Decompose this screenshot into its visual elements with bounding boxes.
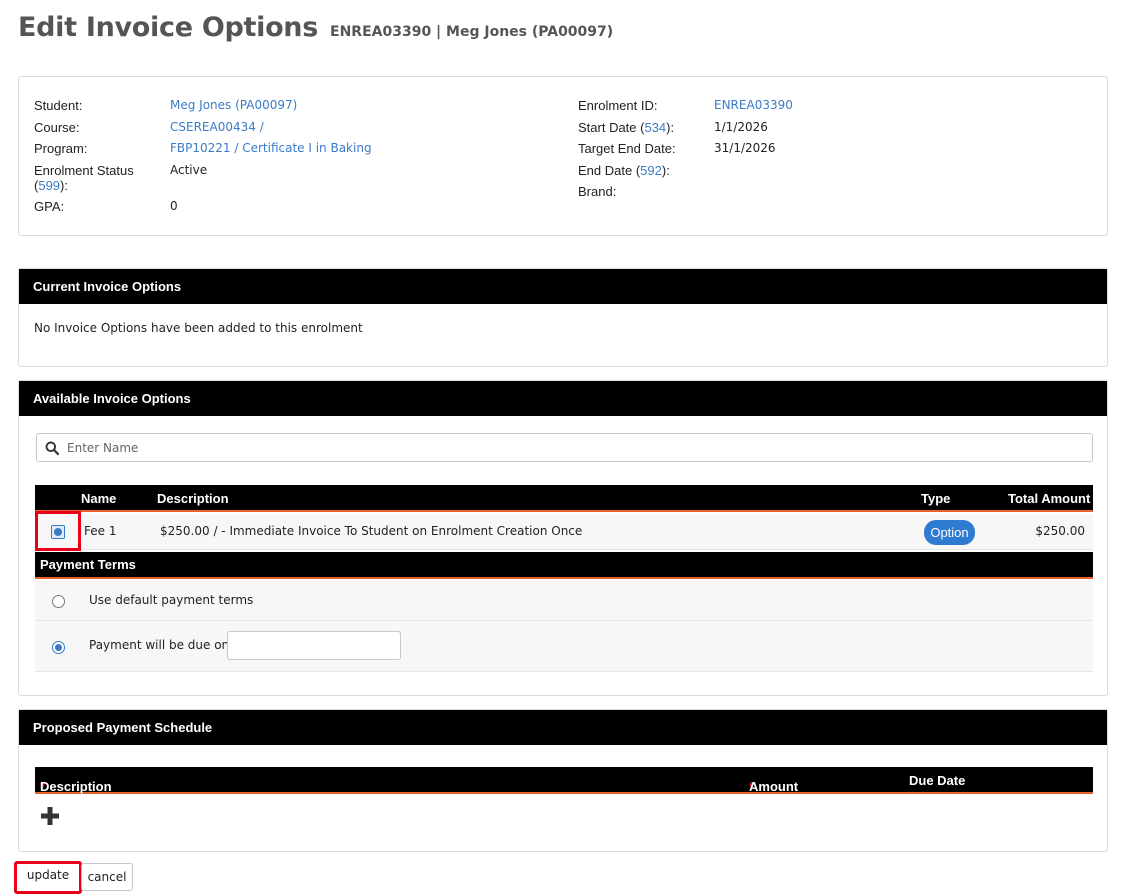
option-name: Fee 1 bbox=[84, 524, 117, 538]
brand-label: Brand: bbox=[578, 184, 617, 199]
search-box bbox=[36, 433, 1093, 462]
column-type[interactable]: Type bbox=[921, 491, 950, 506]
info-row-enrolment-status: Enrolment Status (599): Active bbox=[34, 163, 372, 199]
schedule-header-row: * Description * Amount Due Date bbox=[35, 767, 1093, 794]
info-row-course: Course: CSEREA00434 / bbox=[34, 120, 372, 142]
info-row-end-date: End Date (592): bbox=[578, 163, 793, 185]
enrolment-status-value: Active bbox=[170, 162, 208, 177]
info-row-brand: Brand: bbox=[578, 184, 793, 206]
column-due-date: Due Date bbox=[909, 773, 966, 788]
option-total-amount: $250.00 bbox=[1035, 524, 1085, 538]
gpa-label: GPA: bbox=[34, 198, 65, 214]
page-title: Edit Invoice Options bbox=[18, 12, 319, 43]
column-amount-label: Amount bbox=[749, 779, 799, 794]
target-end-date-value: 31/1/2026 bbox=[714, 141, 776, 155]
info-row-student: Student: Meg Jones (PA00097) bbox=[34, 98, 372, 120]
available-invoice-options-title: Available Invoice Options bbox=[19, 381, 1107, 416]
course-label: Course: bbox=[34, 119, 80, 135]
start-date-value: 1/1/2026 bbox=[714, 119, 768, 134]
proposed-payment-schedule-title: Proposed Payment Schedule bbox=[19, 710, 1107, 745]
info-right-column: Enrolment ID: ENREA03390 Start Date (534… bbox=[578, 98, 793, 206]
update-button[interactable]: update bbox=[14, 861, 82, 894]
due-on-label: Payment will be due on bbox=[89, 638, 230, 652]
schedule-table-header: * Description * Amount Due Date bbox=[35, 767, 1093, 794]
enrolment-info-panel: Student: Meg Jones (PA00097) Course: CSE… bbox=[18, 76, 1108, 236]
enrolment-status-count-link[interactable]: 599 bbox=[38, 178, 60, 193]
start-date-count-link[interactable]: 534 bbox=[644, 120, 666, 135]
info-row-target-end-date: Target End Date: 31/1/2026 bbox=[578, 141, 793, 163]
payment-terms-due-row[interactable]: Payment will be due on bbox=[35, 621, 1093, 672]
search-icon bbox=[37, 441, 67, 455]
no-options-message: No Invoice Options have been added to th… bbox=[34, 321, 363, 335]
course-link[interactable]: CSEREA00434 / bbox=[170, 120, 264, 142]
table-row[interactable]: Fee 1 $250.00 / - Immediate Invoice To S… bbox=[35, 511, 1093, 551]
end-date-count-link[interactable]: 592 bbox=[640, 163, 662, 178]
enrolment-id-link[interactable]: ENREA03390 bbox=[714, 98, 793, 120]
end-date-label: End Date (592): bbox=[578, 163, 714, 185]
enrolment-status-label-text: Enrolment Status bbox=[34, 162, 134, 178]
proposed-payment-schedule-panel: Proposed Payment Schedule * Description *… bbox=[18, 709, 1108, 852]
page-header: Edit Invoice Options ENREA03390 | Meg Jo… bbox=[18, 12, 613, 43]
column-description-label: Description bbox=[40, 779, 112, 794]
column-name[interactable]: Name bbox=[81, 491, 116, 506]
student-label: Student: bbox=[34, 98, 83, 113]
column-total-amount[interactable]: Total Amount bbox=[1008, 491, 1090, 506]
default-terms-radio[interactable] bbox=[52, 595, 65, 608]
search-input[interactable] bbox=[67, 440, 1070, 455]
enrolment-id-label: Enrolment ID: bbox=[578, 98, 658, 113]
due-date-input[interactable] bbox=[227, 631, 401, 660]
program-link[interactable]: FBP10221 / Certificate I in Baking bbox=[170, 141, 372, 163]
cancel-button[interactable]: cancel bbox=[81, 863, 133, 891]
end-date-label-text: End Date ( bbox=[578, 162, 641, 178]
end-date-paren-close: ): bbox=[661, 162, 670, 178]
default-terms-label: Use default payment terms bbox=[89, 593, 254, 607]
start-date-paren-close: ): bbox=[666, 119, 675, 135]
page-subtitle: ENREA03390 | Meg Jones (PA00097) bbox=[330, 24, 614, 40]
info-row-program: Program: FBP10221 / Certificate I in Bak… bbox=[34, 141, 372, 163]
available-invoice-options-panel: Available Invoice Options Name Descripti… bbox=[18, 380, 1108, 696]
start-date-label-text: Start Date ( bbox=[578, 119, 645, 135]
start-date-label: Start Date (534): bbox=[578, 120, 714, 142]
option-description: $250.00 / - Immediate Invoice To Student… bbox=[160, 524, 583, 538]
target-end-date-label: Target End Date: bbox=[578, 141, 676, 156]
table-header-row: Name Description Type Total Amount bbox=[35, 485, 1093, 512]
payment-terms-default-row[interactable]: Use default payment terms bbox=[35, 581, 1093, 621]
enrolment-status-label: Enrolment Status (599): bbox=[34, 163, 170, 199]
add-row-plus-icon[interactable] bbox=[41, 807, 59, 828]
current-invoice-options-title: Current Invoice Options bbox=[19, 269, 1107, 304]
program-label: Program: bbox=[34, 141, 88, 156]
gpa-value: 0 bbox=[170, 198, 178, 213]
invoice-options-table-header: Name Description Type Total Amount bbox=[35, 485, 1093, 512]
option-type-badge: Option bbox=[924, 520, 975, 545]
info-row-gpa: GPA: 0 bbox=[34, 199, 372, 221]
info-left-column: Student: Meg Jones (PA00097) Course: CSE… bbox=[34, 98, 372, 220]
column-description[interactable]: Description bbox=[157, 491, 229, 506]
current-invoice-options-panel: Current Invoice Options No Invoice Optio… bbox=[18, 268, 1108, 367]
info-row-enrolment-id: Enrolment ID: ENREA03390 bbox=[578, 98, 793, 120]
student-link[interactable]: Meg Jones (PA00097) bbox=[170, 98, 297, 120]
enrolment-status-paren-close: ): bbox=[60, 177, 68, 193]
due-on-radio[interactable] bbox=[52, 641, 65, 654]
option-select-radio[interactable] bbox=[51, 525, 65, 539]
payment-terms-title: Payment Terms bbox=[35, 552, 1093, 579]
info-row-start-date: Start Date (534): 1/1/2026 bbox=[578, 120, 793, 142]
